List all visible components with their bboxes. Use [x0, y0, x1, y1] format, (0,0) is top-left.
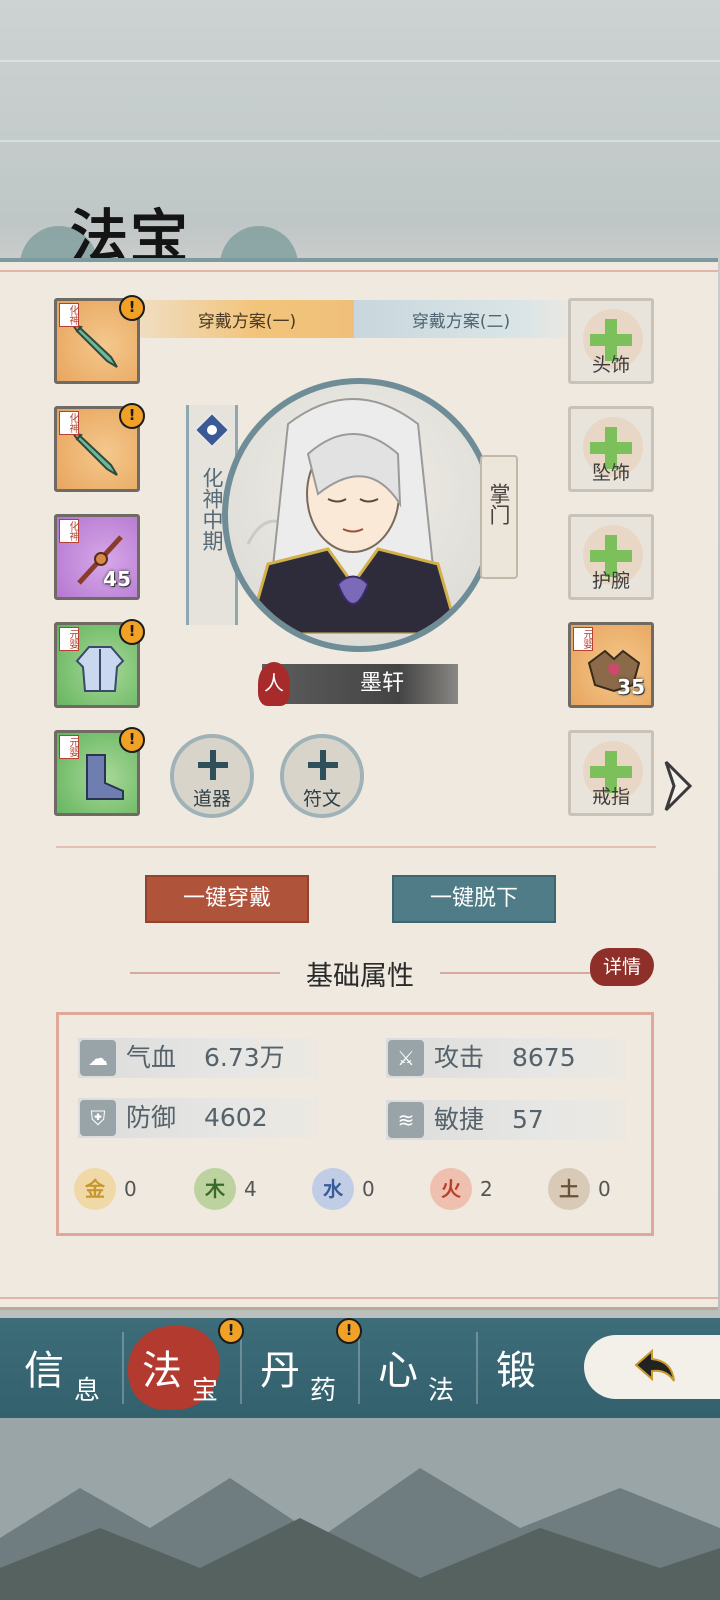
nav-label: 心: [378, 1348, 418, 1394]
blood-icon: ☁: [80, 1040, 116, 1076]
item-level: 35: [617, 675, 645, 699]
item-level: 45: [103, 567, 131, 591]
element-value: 4: [244, 1177, 257, 1201]
sect-role-banner: 掌门: [480, 455, 518, 579]
panel-border-line: [0, 1297, 718, 1299]
slot-label: 道器: [192, 788, 231, 810]
nav-label: 丹: [260, 1348, 300, 1394]
nav-sublabel: 息: [74, 1376, 101, 1406]
alert-badge: !: [336, 1318, 362, 1344]
element-value: 0: [124, 1177, 137, 1201]
chevron-right-icon[interactable]: [660, 758, 696, 814]
element-wood-icon: 木: [194, 1168, 236, 1210]
slot-label: 坠饰: [591, 462, 630, 484]
shield-icon: ⛨: [80, 1100, 116, 1136]
stat-attack: ⚔ 攻击 8675: [386, 1038, 626, 1078]
nav-label: 信: [24, 1348, 64, 1394]
stat-value: 6.73万: [204, 1043, 285, 1072]
stat-name: 防御: [126, 1103, 177, 1132]
stat-value: 57: [512, 1105, 544, 1134]
section-divider: [56, 846, 656, 848]
realm-emblem-icon: [193, 411, 231, 449]
alert-badge: !: [119, 403, 145, 429]
nav-label: 法: [142, 1348, 182, 1394]
element-metal-icon: 金: [74, 1168, 116, 1210]
realm-tag: 元婴: [59, 735, 79, 759]
slot-label: 符文: [302, 788, 341, 810]
stat-agility: ≋ 敏捷 57: [386, 1100, 626, 1140]
plus-icon: [308, 750, 338, 780]
element-earth-icon: 土: [548, 1168, 590, 1210]
element-value: 0: [598, 1177, 611, 1201]
alert-badge: !: [218, 1318, 244, 1344]
element-value: 0: [362, 1177, 375, 1201]
sky-decoration: [0, 60, 720, 62]
nav-item-mind-arts[interactable]: 心 法: [358, 1318, 476, 1418]
stat-name: 攻击: [434, 1043, 485, 1072]
nav-sublabel: 宝: [192, 1376, 219, 1406]
nav-item-info[interactable]: 信 息: [4, 1318, 122, 1418]
stat-value: 4602: [204, 1103, 268, 1132]
nav-sublabel: 法: [428, 1376, 455, 1406]
nav-item-forge[interactable]: 锻: [476, 1318, 594, 1418]
slot-label: 护腕: [591, 570, 630, 592]
nav-sublabel: 药: [310, 1376, 337, 1406]
rune-slot-button[interactable]: 符文: [280, 734, 364, 818]
stat-name: 敏捷: [434, 1105, 485, 1134]
realm-tag: 化神: [59, 411, 79, 435]
element-fire-icon: 火: [430, 1168, 472, 1210]
back-arrow-icon: [634, 1348, 675, 1382]
realm-tag: 元婴: [573, 627, 593, 651]
alert-badge: !: [119, 619, 145, 645]
element-water-icon: 水: [312, 1168, 354, 1210]
mountain-background: [0, 1418, 720, 1600]
details-button[interactable]: 详情: [590, 948, 654, 986]
tab-loadout-2[interactable]: 穿戴方案(二): [354, 300, 568, 338]
character-name-bar: 墨轩: [262, 664, 458, 704]
equipment-slot-bracer[interactable]: 护腕: [568, 514, 654, 600]
sky-decoration: [0, 140, 720, 142]
character-portrait[interactable]: [222, 378, 496, 652]
unequip-all-button[interactable]: 一键脱下: [392, 875, 556, 923]
loadout-tabs: 穿戴方案(一) 穿戴方案(二): [140, 300, 568, 338]
equipment-slot-pendant[interactable]: 坠饰: [568, 406, 654, 492]
alert-badge: !: [119, 295, 145, 321]
equipment-slot-weapon-3[interactable]: 化神 45: [54, 514, 140, 600]
realm-tag: 化神: [59, 303, 79, 327]
wind-icon: ≋: [388, 1102, 424, 1138]
nav-label: 锻: [496, 1348, 536, 1394]
character-avatar: [246, 398, 460, 636]
plus-icon: [198, 750, 228, 780]
slot-label: 戒指: [591, 786, 630, 808]
alert-badge: !: [119, 727, 145, 753]
race-badge: 人: [258, 662, 290, 706]
stat-name: 气血: [126, 1043, 177, 1072]
panel-border-line: [0, 270, 718, 272]
sect-role: 掌门: [487, 483, 511, 525]
equipment-slot-ring[interactable]: 戒指: [568, 730, 654, 816]
realm-tag: 元婴: [59, 627, 79, 651]
stat-hp: ☁ 气血 6.73万: [78, 1038, 318, 1078]
character-name: 墨轩: [359, 671, 404, 696]
equipment-slot-headwear[interactable]: 头饰: [568, 298, 654, 384]
equip-all-button[interactable]: 一键穿戴: [145, 875, 309, 923]
dagger-icon: [71, 431, 118, 476]
dao-artifact-slot-button[interactable]: 道器: [170, 734, 254, 818]
tab-loadout-1[interactable]: 穿戴方案(一): [140, 300, 354, 338]
robe-icon: [75, 646, 125, 692]
back-button[interactable]: [584, 1335, 720, 1399]
equipment-slot-shoulder[interactable]: 元婴 35: [568, 622, 654, 708]
slot-label: 头饰: [591, 354, 630, 376]
stat-value: 8675: [512, 1043, 576, 1072]
attack-icon: ⚔: [388, 1040, 424, 1076]
element-value: 2: [480, 1177, 493, 1201]
boots-icon: [86, 754, 124, 800]
dagger-icon: [71, 323, 118, 368]
stat-defense: ⛨ 防御 4602: [78, 1098, 318, 1138]
realm-tag: 化神: [59, 519, 79, 543]
